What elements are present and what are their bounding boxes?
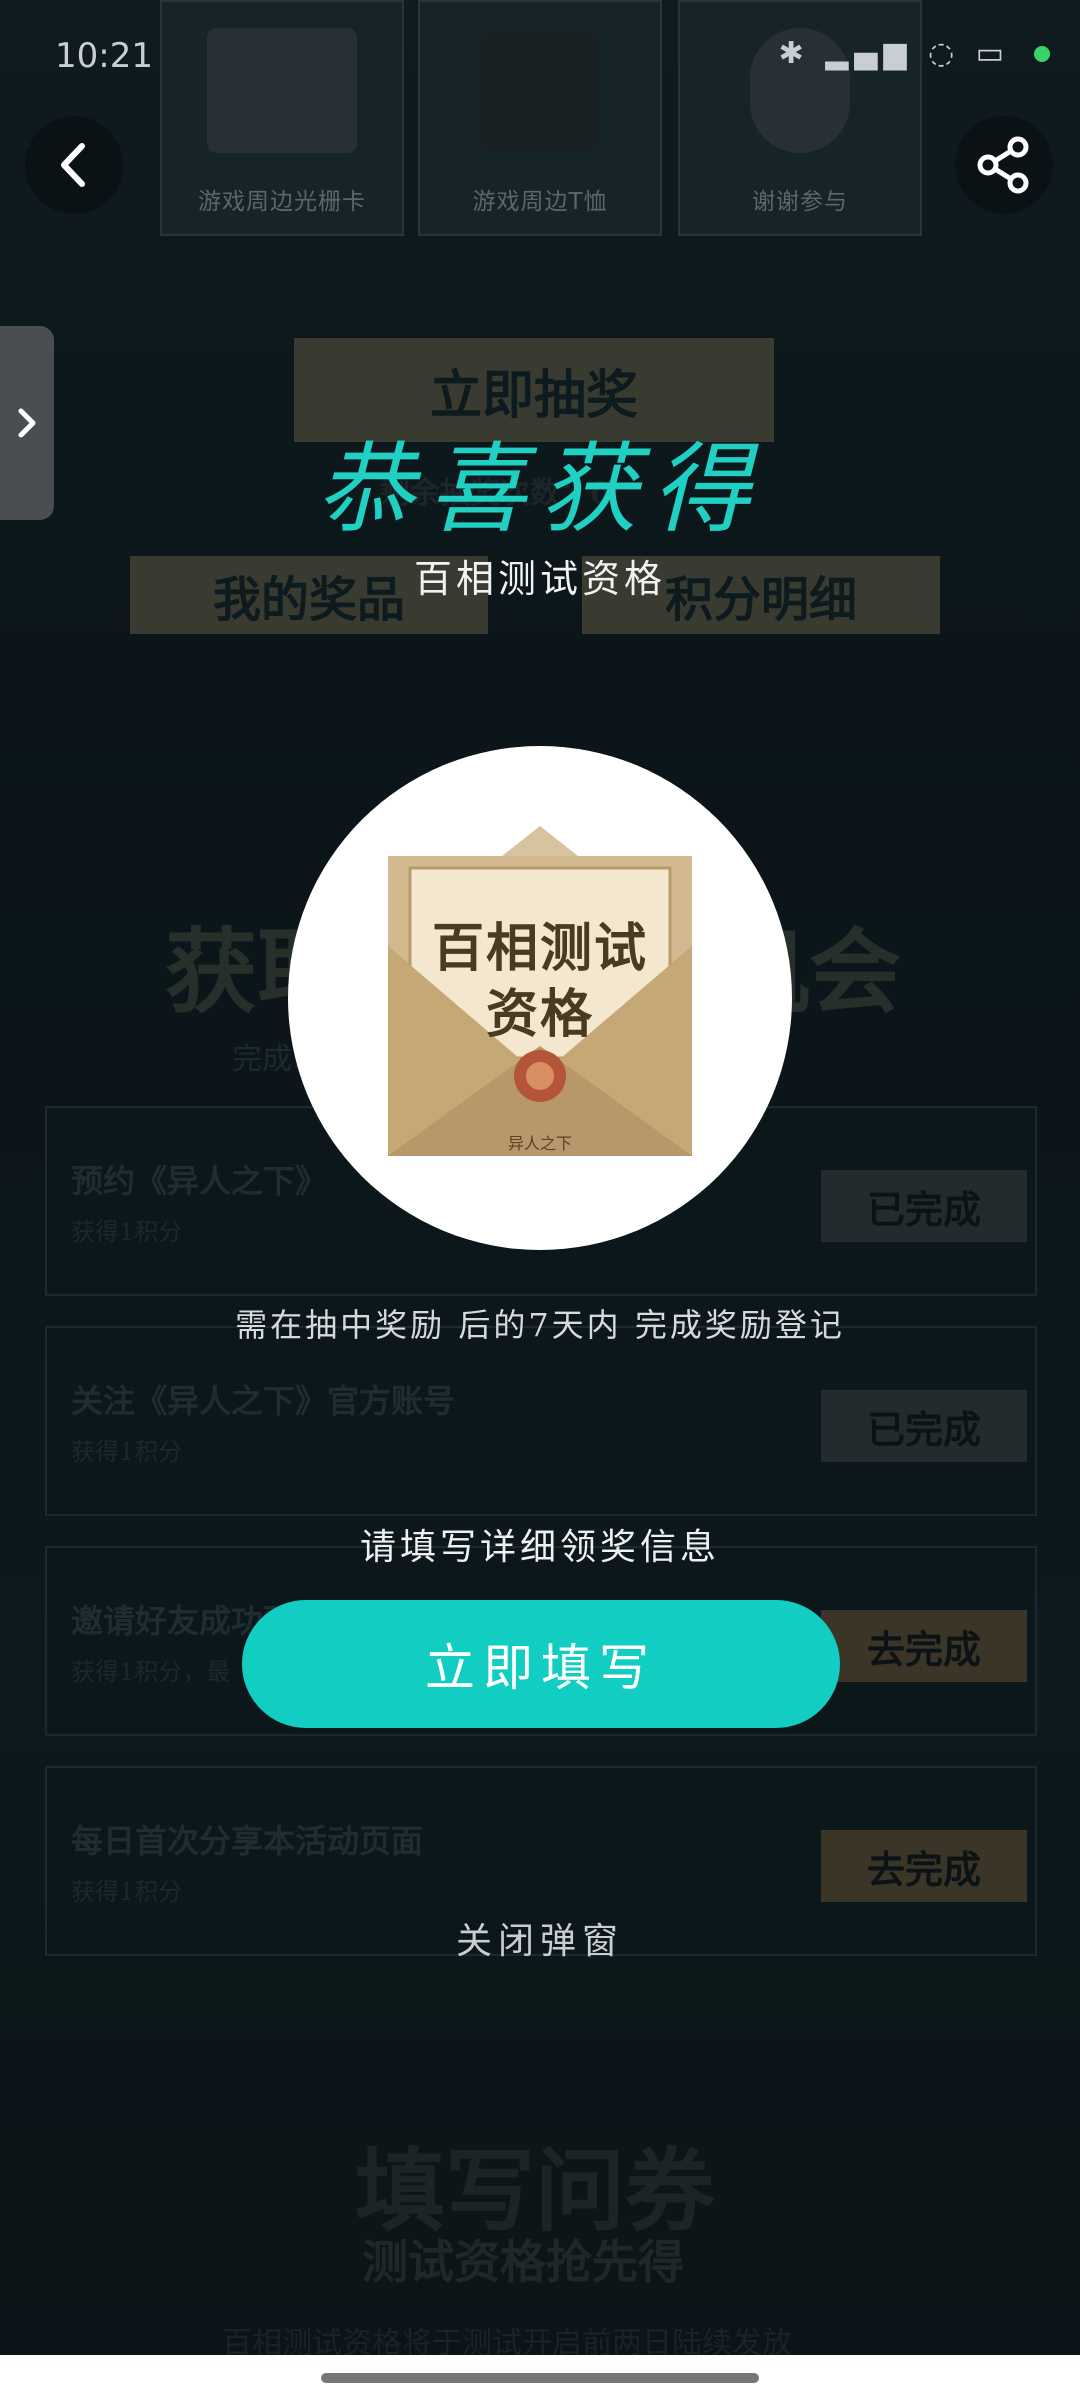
survey-subtitle: 测试资格抢先得 — [362, 2235, 684, 2289]
task-status-button[interactable]: 已完成 — [821, 1390, 1027, 1462]
task-card: 关注《异人之下》官方账号 获得1积分 已完成 — [45, 1326, 1037, 1516]
close-popup-link[interactable]: 关闭弹窗 — [0, 1912, 1080, 1964]
share-button[interactable] — [955, 116, 1053, 214]
task-title: 关注《异人之下》官方账号 — [71, 1382, 456, 1420]
fill-now-button[interactable]: 立即填写 — [242, 1600, 840, 1728]
prize-tile-label: 谢谢参与 — [752, 189, 848, 215]
task-title: 每日首次分享本活动页面 — [71, 1822, 424, 1860]
prize-name: 百相测试资格 — [413, 557, 666, 601]
prize-tile-label: 游戏周边T恤 — [472, 189, 608, 215]
card-line-2: 资格 — [485, 984, 594, 1045]
task-subtitle: 获得1积分 — [71, 1218, 183, 1246]
privacy-indicator-dot — [1034, 46, 1050, 62]
registration-notice: 需在抽中奖励 后的7天内 完成奖励登记 — [235, 1306, 845, 1344]
task-subtitle: 获得1积分，最 — [71, 1658, 231, 1686]
back-button[interactable] — [25, 116, 123, 214]
task-subtitle: 获得1积分 — [71, 1438, 183, 1466]
prize-image: 百相测试 资格 异人之下 — [288, 746, 792, 1250]
home-indicator-area — [0, 2355, 1080, 2401]
task-subtitle: 获得1积分 — [71, 1878, 183, 1906]
task-status-button[interactable]: 已完成 — [821, 1170, 1027, 1242]
task-title: 预约《异人之下》 — [71, 1162, 328, 1200]
prize-tile-label: 游戏周边光栅卡 — [198, 189, 366, 215]
card-brand: 异人之下 — [507, 1134, 572, 1153]
share-icon — [977, 136, 1029, 194]
fill-info-hint: 请填写详细领奖信息 — [359, 1527, 720, 1568]
chevron-left-icon — [61, 143, 85, 187]
task-action-button[interactable]: 去完成 — [821, 1830, 1027, 1902]
card-line-1: 百相测试 — [431, 918, 648, 979]
home-indicator-bar[interactable] — [321, 2373, 759, 2383]
status-icons: ✱ ▂▄▆ ◌ ▭ — [778, 36, 1010, 71]
popup-title: 恭喜获得 — [315, 433, 764, 547]
task-action-button[interactable]: 去完成 — [821, 1610, 1027, 1682]
status-bar: 10:21 ✱ ▂▄▆ ◌ ▭ — [0, 0, 1080, 110]
status-time: 10:21 — [55, 36, 153, 76]
